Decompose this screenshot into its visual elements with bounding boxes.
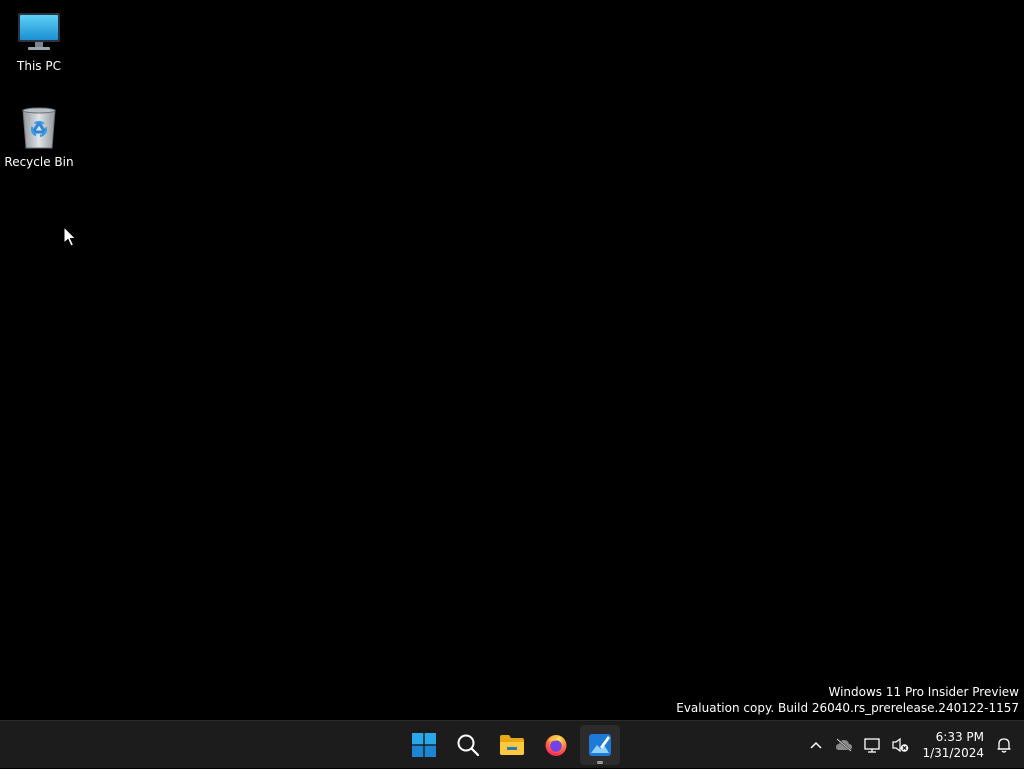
taskbar: 6:33 PM 1/31/2024 — [0, 720, 1024, 768]
search-button[interactable] — [448, 725, 488, 765]
search-icon — [457, 734, 480, 757]
file-explorer-button[interactable] — [492, 725, 532, 765]
monitor-icon — [15, 8, 63, 56]
evaluation-watermark: Windows 11 Pro Insider Preview Evaluatio… — [676, 685, 1019, 716]
running-indicator — [597, 761, 603, 764]
folder-icon — [500, 735, 524, 755]
onedrive-button[interactable] — [832, 729, 856, 761]
start-button[interactable] — [404, 725, 444, 765]
volume-button[interactable] — [888, 729, 912, 761]
firefox-icon — [545, 735, 567, 756]
network-button[interactable] — [860, 729, 884, 761]
clock-date: 1/31/2024 — [922, 746, 984, 760]
recycle-bin-icon — [15, 104, 63, 152]
notification-bell-icon — [997, 738, 1011, 753]
windows-logo-icon — [412, 733, 436, 757]
desktop[interactable]: This PC Recycle Bin Windows 11 Pro Insid… — [0, 0, 1024, 720]
watermark-line-build: Evaluation copy. Build 26040.rs_prerelea… — [676, 700, 1019, 715]
desktop-icon-recycle-bin[interactable]: Recycle Bin — [1, 104, 77, 169]
mouse-pointer-icon — [63, 226, 77, 247]
system-tray: 6:33 PM 1/31/2024 — [802, 721, 1024, 769]
taskbar-apps — [402, 721, 622, 769]
cloud-offline-icon — [836, 738, 853, 752]
notifications-button[interactable] — [992, 729, 1016, 761]
paint-button[interactable] — [580, 725, 620, 765]
clock-button[interactable]: 6:33 PM 1/31/2024 — [922, 729, 984, 761]
network-icon — [864, 738, 881, 753]
desktop-icon-label: Recycle Bin — [4, 155, 74, 169]
desktop-icon-this-pc[interactable]: This PC — [1, 8, 77, 73]
chevron-up-icon — [810, 741, 822, 749]
paint-icon — [589, 734, 611, 756]
show-hidden-icons-button[interactable] — [804, 729, 828, 761]
clock-time: 6:33 PM — [935, 730, 984, 744]
firefox-button[interactable] — [536, 725, 576, 765]
watermark-line-edition: Windows 11 Pro Insider Preview — [828, 685, 1019, 699]
volume-muted-icon — [892, 737, 909, 753]
desktop-icon-label: This PC — [17, 59, 61, 73]
